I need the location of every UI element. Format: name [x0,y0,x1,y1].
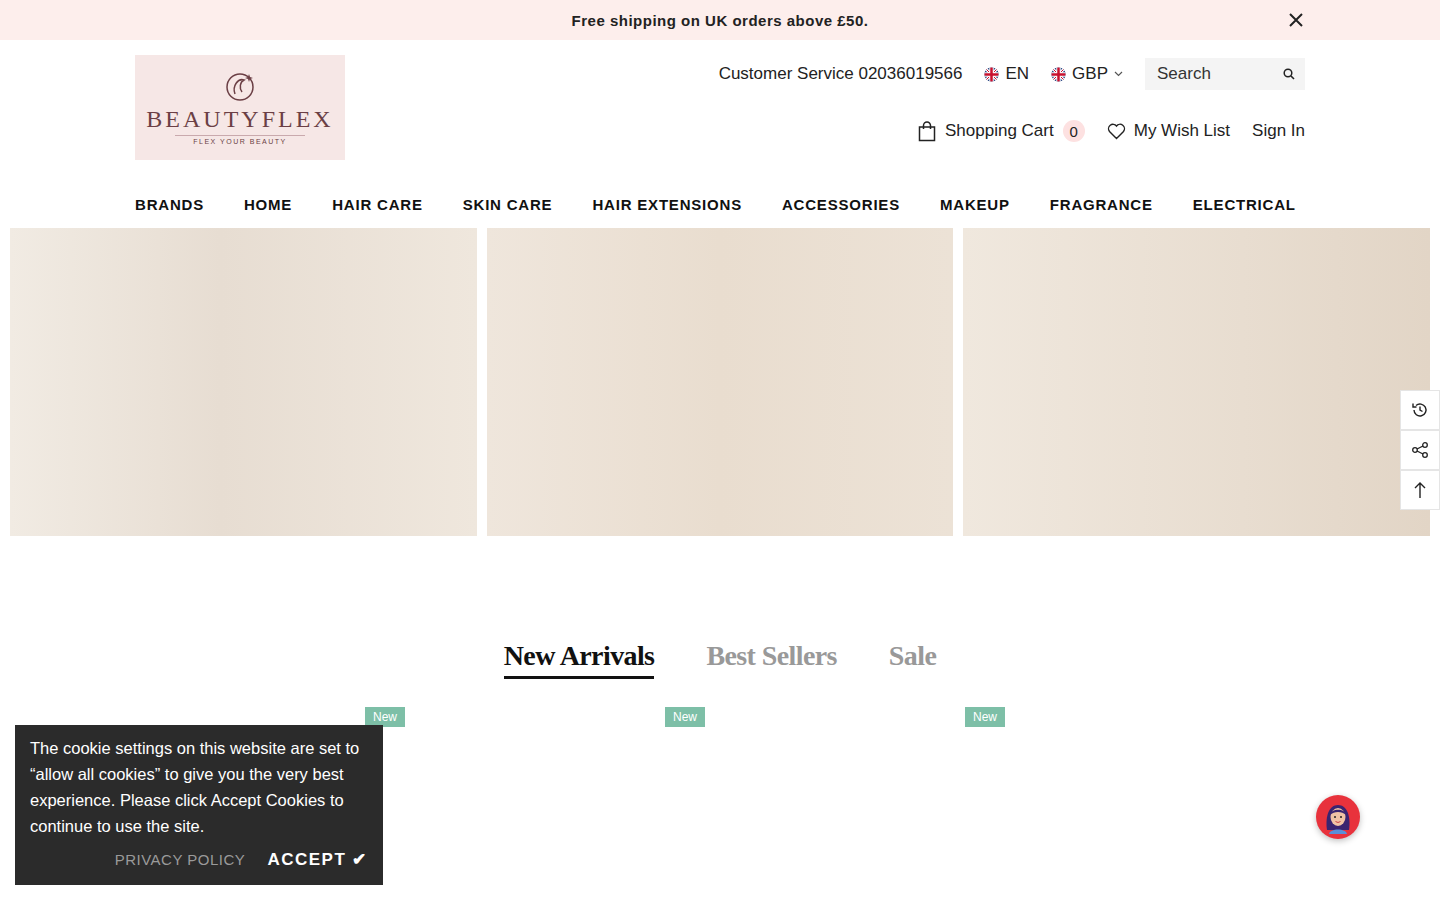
nav-item[interactable]: ACCESSORIES [782,196,900,213]
customer-service: Customer Service 02036019566 [719,64,963,84]
sign-in-link[interactable]: Sign In [1252,121,1305,141]
nav-item[interactable]: HAIR EXTENSIONS [592,196,742,213]
new-badge: New [665,707,705,727]
cookie-message: The cookie settings on this website are … [30,735,368,839]
logo[interactable]: BEAUTYFLEX FLEX YOUR BEAUTY [135,55,345,160]
chevron-down-icon [1114,71,1123,77]
logo-name: BEAUTYFLEX [146,106,333,132]
product-tabs: New Arrivals Best Sellers Sale [0,640,1440,679]
nav-item[interactable]: BRANDS [135,196,204,213]
uk-flag-icon [1051,67,1066,82]
search-box [1145,58,1305,90]
recently-viewed-button[interactable] [1400,390,1440,430]
accept-cookies-button[interactable]: ACCEPT ✔ [267,849,368,870]
main-nav: BRANDS HOME HAIR CARE SKIN CARE HAIR EXTENSI… [135,180,1305,228]
product-card[interactable]: New [365,707,665,897]
product-card[interactable]: New [965,707,1265,897]
wishlist-label: My Wish List [1134,121,1230,141]
cookie-actions: PRIVACY POLICY ACCEPT ✔ [30,849,368,870]
shopping-bag-icon [918,121,936,142]
language-label: EN [1005,64,1029,84]
product-tab[interactable]: Sale [889,640,936,679]
header-top-row: Customer Service 02036019566 EN GBP [719,58,1305,90]
close-icon[interactable] [1288,12,1304,28]
nav-item[interactable]: HOME [244,196,292,213]
cart-link[interactable]: Shopping Cart 0 [918,120,1085,142]
category-banners [0,228,1440,536]
announcement-text: Free shipping on UK orders above £50. [572,12,869,29]
search-input[interactable] [1155,63,1277,85]
share-button[interactable] [1400,430,1440,470]
chat-avatar-icon [1321,800,1355,834]
currency-selector[interactable]: GBP [1051,64,1123,84]
logo-tagline: FLEX YOUR BEAUTY [175,135,305,145]
privacy-policy-link[interactable]: PRIVACY POLICY [115,851,246,868]
nav-item[interactable]: HAIR CARE [332,196,423,213]
uk-flag-icon [984,67,999,82]
nav-item[interactable]: FRAGRANCE [1050,196,1153,213]
category-banner[interactable] [10,228,477,536]
nav-item[interactable]: MAKEUP [940,196,1010,213]
wishlist-link[interactable]: My Wish List [1107,121,1230,141]
heart-icon [1107,123,1126,140]
side-toolbar [1400,390,1440,510]
category-banner[interactable] [487,228,954,536]
nav-item[interactable]: ELECTRICAL [1193,196,1296,213]
cookie-banner: The cookie settings on this website are … [15,725,383,885]
new-badge: New [965,707,1005,727]
category-banner[interactable] [963,228,1430,536]
header-actions: Customer Service 02036019566 EN GBP Shoppin… [719,55,1305,160]
logo-emblem-icon [222,70,258,104]
product-card[interactable]: New [665,707,965,897]
new-badge: New [365,707,405,727]
currency-label: GBP [1072,64,1108,84]
cart-label: Shopping Cart [945,121,1054,141]
announcement-bar: Free shipping on UK orders above £50. [0,0,1440,40]
language-selector[interactable]: EN [984,64,1029,84]
chat-button[interactable] [1316,795,1360,839]
history-icon [1411,401,1429,419]
cart-count: 0 [1063,120,1085,142]
back-to-top-button[interactable] [1400,470,1440,510]
product-tab[interactable]: Best Sellers [706,640,836,679]
nav-item[interactable]: SKIN CARE [463,196,553,213]
share-icon [1411,441,1429,459]
header: BEAUTYFLEX FLEX YOUR BEAUTY Customer Servi… [135,40,1305,160]
product-tab[interactable]: New Arrivals [504,640,655,679]
search-icon[interactable] [1283,68,1295,80]
arrow-up-icon [1413,481,1427,499]
header-bottom-row: Shopping Cart 0 My Wish List Sign In [918,120,1305,142]
